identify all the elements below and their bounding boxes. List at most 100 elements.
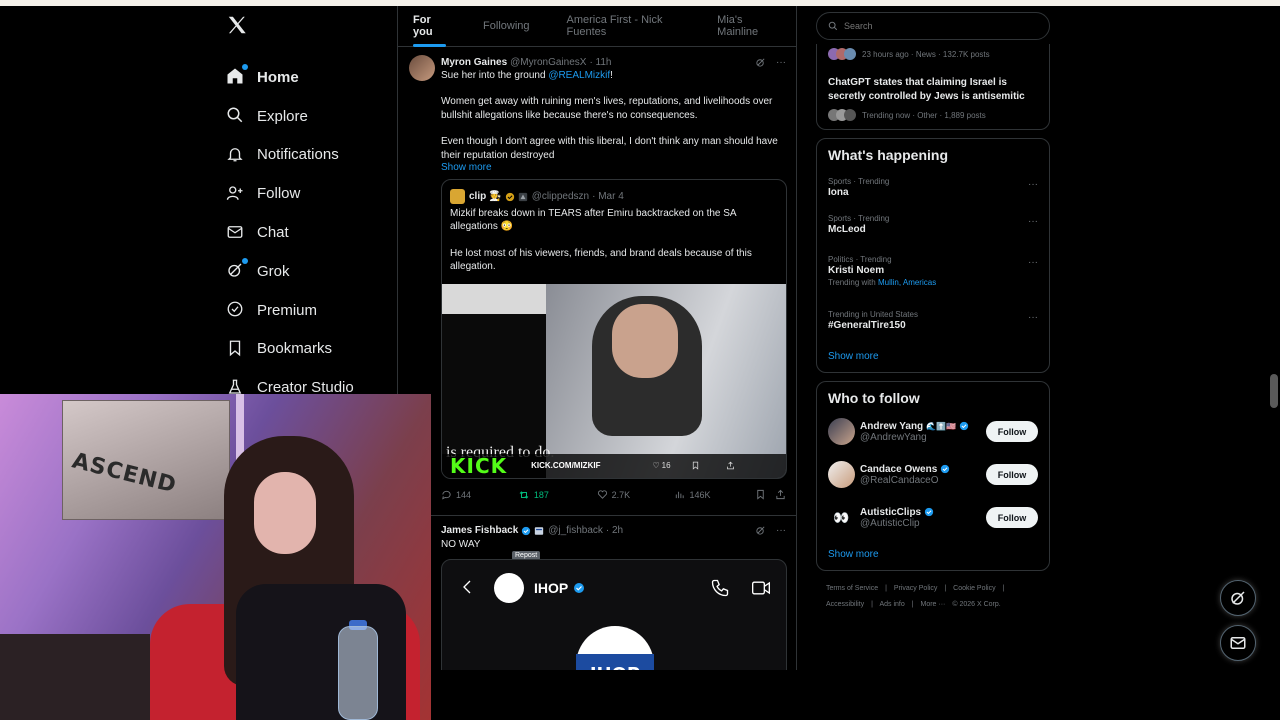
share-button[interactable] <box>775 489 786 500</box>
nav-item-chat[interactable]: Chat <box>220 213 390 252</box>
more-options-icon[interactable]: ··· <box>1028 216 1038 227</box>
nav-item-label: Explore <box>257 107 308 125</box>
x-logo-icon[interactable] <box>226 14 256 44</box>
nav-item-label: Bookmarks <box>257 340 333 358</box>
search-box[interactable] <box>816 12 1050 40</box>
follow-button[interactable]: Follow <box>986 464 1038 485</box>
grok-icon[interactable] <box>755 57 766 68</box>
bookmark-button[interactable] <box>755 489 775 500</box>
follow-suggestion[interactable]: Andrew Yang 🌊⬆️🇺🇸 @AndrewYang Follow <box>828 410 1038 453</box>
trend-item[interactable]: Sports · Trending McLeod ··· <box>828 204 1038 245</box>
nav-item-grok[interactable]: Grok <box>220 252 390 291</box>
news-item[interactable]: ChatGPT states that claiming Israel is s… <box>828 76 1038 121</box>
timeline-tabs: For you Following America First - Nick F… <box>398 6 796 47</box>
more-options-icon[interactable]: ··· <box>776 525 786 536</box>
page-scrollbar[interactable] <box>1270 374 1278 408</box>
more-options-icon[interactable]: ··· <box>1028 257 1038 268</box>
post-james-fishback[interactable]: James Fishback @j_fishback · 2h ··· NO W… <box>398 516 796 670</box>
search-input[interactable] <box>844 21 1024 31</box>
media-bookmark-icon[interactable] <box>691 461 700 470</box>
messages-floating-button[interactable] <box>1220 625 1256 661</box>
suggestion-name: AutisticClips <box>860 506 922 518</box>
footer-link[interactable]: More ··· <box>921 601 946 608</box>
avatar[interactable] <box>828 461 855 488</box>
trend-item[interactable]: Politics · Trending Kristi Noem Trending… <box>828 245 1038 300</box>
avatar <box>494 573 524 604</box>
post-header: James Fishback @j_fishback · 2h ··· <box>441 524 786 538</box>
tab-following[interactable]: Following <box>468 6 529 47</box>
verified-badge-icon <box>940 464 950 474</box>
right-sidebar: 23 hours ago · News · 132.7K posts ChatG… <box>816 12 1050 613</box>
repost-count: 187 <box>533 489 549 500</box>
trend-item[interactable]: Trending in United States #GeneralTire15… <box>828 300 1038 341</box>
like-button[interactable]: 2.7K <box>597 489 675 500</box>
mention-link[interactable]: @REALMizkif <box>548 70 610 81</box>
post-text: NO WAY <box>441 538 481 550</box>
trend-related-links[interactable]: Mullin, Americas <box>878 278 936 287</box>
trend-meta: Trending in United States <box>828 310 918 319</box>
quote-time: · Mar 4 <box>592 191 624 203</box>
search-icon <box>828 21 838 31</box>
ihop-logo: IHOP <box>576 626 654 670</box>
views-button[interactable]: 146K <box>674 489 755 500</box>
person-body <box>236 584 406 720</box>
notification-dot <box>242 64 248 71</box>
show-more-link[interactable]: Show more <box>828 549 1038 560</box>
search-icon <box>226 106 246 126</box>
grok-icon[interactable] <box>755 525 766 536</box>
quote-paragraph: Mizkif breaks down in TEARS after Emiru … <box>450 208 737 233</box>
show-more-link[interactable]: Show more <box>441 162 786 173</box>
media-heart-icon[interactable]: ♡ <box>652 461 659 470</box>
repost-button[interactable]: 187 <box>518 489 597 501</box>
follow-button[interactable]: Follow <box>986 507 1038 528</box>
avatar[interactable] <box>409 55 435 81</box>
post-myron-gaines[interactable]: Myron Gaines @MyronGainesX · 11h ··· Sue… <box>398 47 796 560</box>
grok-floating-button[interactable] <box>1220 580 1256 616</box>
post-time[interactable]: · 2h <box>606 525 623 536</box>
footer-link[interactable]: Privacy Policy <box>894 585 938 592</box>
more-options-icon[interactable]: ··· <box>1028 179 1038 190</box>
nav-item-follow[interactable]: Follow <box>220 174 390 213</box>
tab-mias-mainline[interactable]: Mia's Mainline <box>702 6 774 47</box>
verified-badge-icon <box>959 421 969 431</box>
footer-link[interactable]: Terms of Service <box>826 585 878 592</box>
nav-item-home[interactable]: Home <box>220 58 390 97</box>
reply-button[interactable]: 144 <box>441 489 518 500</box>
nav-item-explore[interactable]: Explore <box>220 97 390 136</box>
footer-link[interactable]: Cookie Policy <box>953 585 995 592</box>
footer-link[interactable]: Accessibility <box>826 601 864 608</box>
tab-america-first[interactable]: America First - Nick Fuentes <box>552 6 681 47</box>
quoted-post[interactable]: clip 🧑‍🍳 @clippedszn · Mar 4 Mizkif brea… <box>441 179 787 479</box>
author-name[interactable]: James Fishback <box>441 525 518 536</box>
more-options-icon[interactable]: ··· <box>776 57 786 68</box>
grok-icon <box>1231 591 1245 605</box>
news-item[interactable]: 23 hours ago · News · 132.7K posts <box>828 44 1038 60</box>
suggestion-name: Candace Owens <box>860 463 938 475</box>
nav-item-premium[interactable]: Premium <box>220 291 390 330</box>
tab-for-you[interactable]: For you <box>398 6 447 47</box>
contact-name-text: IHOP <box>534 580 569 597</box>
author-handle[interactable]: @j_fishback <box>548 525 603 536</box>
news-meta: 23 hours ago · News · 132.7K posts <box>862 49 990 59</box>
avatar[interactable]: 👀 <box>828 504 855 531</box>
nav-item-notifications[interactable]: Notifications <box>220 136 390 175</box>
media-share-icon[interactable] <box>726 461 735 470</box>
nav-item-bookmarks[interactable]: Bookmarks <box>220 330 390 369</box>
show-more-link[interactable]: Show more <box>828 351 1038 362</box>
video-thumbnail[interactable]: is required to do. KICK KICK.COM/MIZKIF … <box>442 283 786 478</box>
post-image[interactable]: IHOP IHOP <box>441 559 787 670</box>
more-options-icon[interactable]: ··· <box>1028 312 1038 323</box>
footer-link[interactable]: Ads info <box>879 601 904 608</box>
video-call-icon <box>750 578 772 598</box>
avatar[interactable] <box>828 418 855 445</box>
wall-poster: ASCEND <box>62 400 230 520</box>
follow-button[interactable]: Follow <box>986 421 1038 442</box>
follow-suggestion[interactable]: Candace Owens @RealCandaceO Follow <box>828 453 1038 496</box>
follow-suggestion[interactable]: 👀 AutisticClips @AutisticClip Follow <box>828 496 1038 539</box>
news-headline: ChatGPT states that claiming Israel is s… <box>828 77 1025 102</box>
trend-meta: Politics · Trending <box>828 255 892 264</box>
author-name[interactable]: Myron Gaines <box>441 57 507 68</box>
post-time[interactable]: · 11h <box>589 57 611 68</box>
trend-item[interactable]: Sports · Trending Iona ··· <box>828 163 1038 204</box>
author-handle[interactable]: @MyronGainesX <box>510 57 586 68</box>
